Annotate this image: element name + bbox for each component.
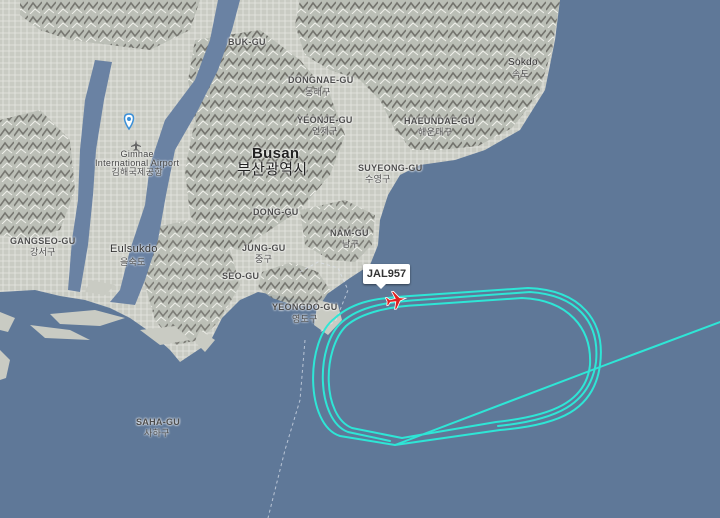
label-jung-ko: 중구 (255, 254, 273, 264)
label-gangseo-ko: 강서구 (30, 247, 56, 257)
label-dong-gu: DONG-GU (253, 207, 299, 217)
label-seo-gu: SEO-GU (222, 271, 260, 281)
label-jung-gu: JUNG-GU (242, 243, 286, 253)
label-nam-ko: 남구 (342, 239, 360, 249)
label-saha-ko: 사하구 (144, 428, 170, 438)
label-gangseo-gu: GANGSEO-GU (10, 236, 76, 246)
label-dongnae-gu: DONGNAE-GU (288, 75, 354, 85)
label-gimhae: Gimhae International Airport 김해국제공항 (95, 150, 179, 177)
label-buk-gu: BUK-GU (228, 37, 266, 47)
track-inbound-leg (394, 321, 720, 446)
label-saha-gu: SAHA-GU (136, 417, 181, 427)
label-busan: Busan (252, 145, 300, 162)
label-suyeong-ko: 수영구 (365, 174, 391, 184)
label-yeongdo-ko: 영도구 (292, 314, 318, 324)
label-dongnae-ko: 동래구 (305, 87, 331, 97)
map-base (0, 0, 720, 518)
label-yeongdo-gu: YEONGDO-GU (272, 302, 338, 312)
label-yeonje-gu: YEONJE-GU (297, 115, 353, 125)
aircraft-icon[interactable] (384, 289, 408, 310)
label-nam-gu: NAM-GU (330, 228, 369, 238)
label-sokdo: Sokdo (508, 57, 538, 68)
flight-track (312, 286, 720, 446)
track-holding-loop-3 (327, 296, 592, 439)
label-haeundae-ko: 해운대구 (418, 127, 453, 137)
label-yeonje-ko: 연제구 (312, 126, 338, 136)
maritime-boundary (267, 339, 306, 518)
label-busan-ko: 부산광역시 (237, 161, 308, 178)
label-suyeong-gu: SUYEONG-GU (358, 163, 423, 173)
label-eulsukdo: Eulsukdo (110, 243, 158, 255)
label-gimhae-ko: 김해국제공항 (111, 167, 163, 177)
flight-map[interactable]: BUK-GU DONGNAE-GU 동래구 YEONJE-GU 연제구 HAEU… (0, 0, 720, 518)
label-haeundae-gu: HAEUNDAE-GU (404, 116, 475, 126)
flight-callsign-label[interactable]: JAL957 (363, 264, 410, 289)
label-eulsukdo-ko: 을숙도 (120, 257, 146, 267)
label-sokdo-ko: 속도 (512, 69, 530, 79)
